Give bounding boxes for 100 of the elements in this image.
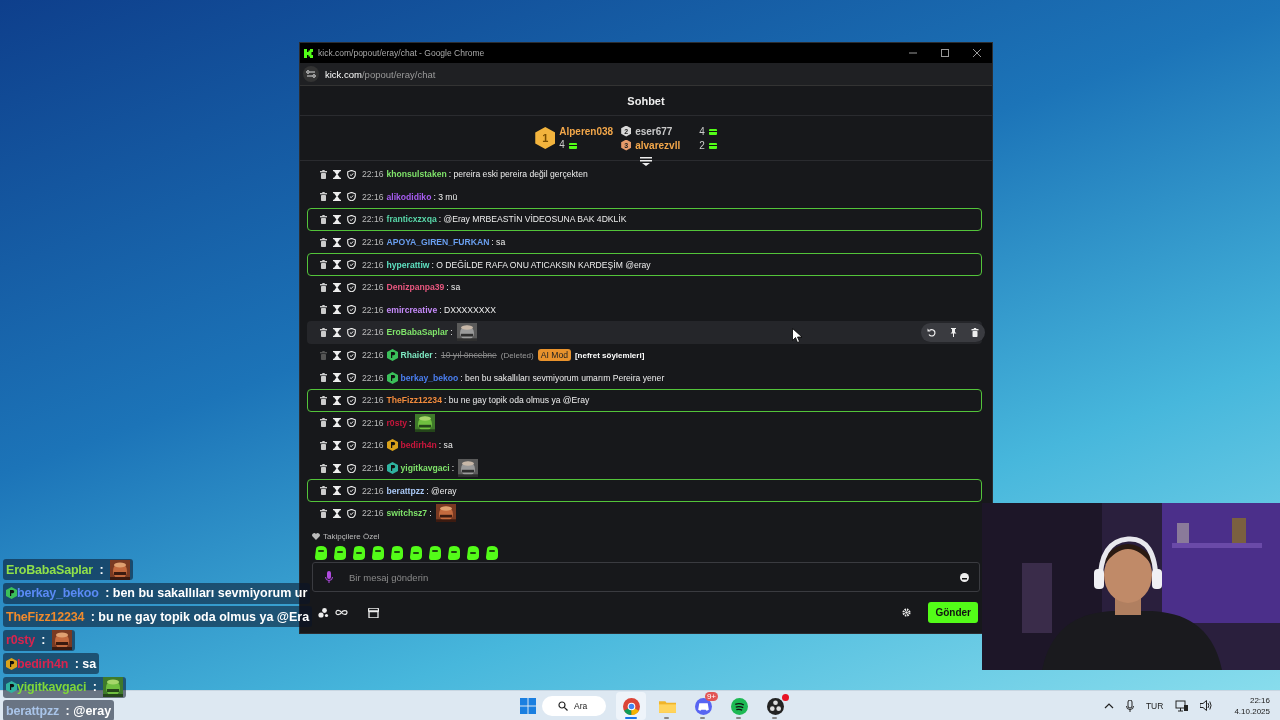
emoji-picker-icon[interactable] <box>960 572 969 582</box>
pin-icon[interactable] <box>949 328 958 338</box>
username[interactable]: eser677 <box>635 125 696 137</box>
microphone-icon[interactable] <box>1125 699 1134 712</box>
close-icon[interactable] <box>972 48 982 58</box>
moderator-tag: AI Mod <box>537 349 571 362</box>
reply-icon[interactable] <box>927 328 936 338</box>
hourglass-icon <box>333 463 341 473</box>
network-icon[interactable] <box>1175 699 1189 712</box>
hourglass-icon <box>333 486 341 496</box>
deleted-message-text: 10 yıl öncebne <box>440 350 497 361</box>
username[interactable]: switchsz7 <box>386 508 428 519</box>
timestamp: 22:16 <box>362 282 384 293</box>
message-text: : <box>40 633 46 647</box>
message-input[interactable]: Bir mesaj gönderin <box>347 570 946 584</box>
emote-icon[interactable] <box>390 546 404 560</box>
message-field[interactable]: Bir mesaj gönderin <box>312 562 980 592</box>
recording-app-icon <box>766 697 784 715</box>
microphone-icon[interactable] <box>325 571 333 583</box>
notification-count: 9+ <box>704 692 718 701</box>
shield-icon <box>347 350 356 360</box>
emote-icon[interactable] <box>371 546 385 560</box>
clock-time[interactable]: 22:16 <box>1249 694 1270 706</box>
timestamp: 22:16 <box>362 214 384 225</box>
username[interactable]: franticxzxqa <box>386 214 437 225</box>
hourglass-icon <box>333 440 341 450</box>
timestamp: 22:16 <box>362 485 384 496</box>
timestamp: 22:16 <box>362 327 384 338</box>
trash-icon[interactable] <box>971 328 979 338</box>
site-settings-icon[interactable] <box>303 66 319 82</box>
rank-badge: 1 <box>535 127 556 149</box>
message-text: : <box>434 350 437 361</box>
username[interactable]: Denizpanpa39 <box>386 282 445 293</box>
gift-icon <box>708 141 717 149</box>
search-field[interactable]: Ara <box>542 696 606 716</box>
message-text: : sa <box>446 282 461 293</box>
message-text: : <box>429 508 432 519</box>
username: TheFizz12234 <box>6 609 85 624</box>
send-button[interactable]: Gönder <box>928 602 978 623</box>
username: yigitkavgaci <box>17 680 87 694</box>
username: berattpzz <box>6 703 60 718</box>
gift-icon <box>708 127 717 135</box>
language-indicator[interactable]: TUR <box>1145 700 1164 711</box>
shield-icon <box>347 327 356 337</box>
taskbar-app[interactable]: 9+ <box>688 692 718 720</box>
address-bar[interactable]: kick.com/popout/eray/chat <box>325 68 436 80</box>
timestamp: 22:16 <box>362 350 384 361</box>
hourglass-icon <box>333 418 341 428</box>
username[interactable]: berattpzz <box>386 485 425 496</box>
emote-icon[interactable] <box>485 546 499 560</box>
emote-icon[interactable] <box>314 546 328 560</box>
kick-logo-icon <box>304 48 313 58</box>
username[interactable]: alikodidiko <box>386 191 432 202</box>
maximize-icon[interactable] <box>940 48 950 58</box>
message-text: : @eray <box>426 485 457 496</box>
message-text: : @eray <box>64 703 112 718</box>
username[interactable]: Alperen038 <box>559 126 614 137</box>
username[interactable]: hyperattiw <box>386 259 430 270</box>
username[interactable]: yigitkavgaci <box>400 463 450 473</box>
message-text: : @Eray MRBEASTİN VİDEOSUNA BAK 4DKLİK <box>438 214 627 225</box>
settings-icon[interactable] <box>902 608 912 617</box>
shield-icon <box>347 486 356 496</box>
hourglass-icon <box>333 305 341 315</box>
timestamp: 22:16 <box>362 191 384 202</box>
store-icon[interactable] <box>368 607 379 618</box>
username[interactable]: berkay_bekoo <box>400 372 459 383</box>
hourglass-icon <box>333 215 341 224</box>
username[interactable]: khonsulstaken <box>386 169 447 180</box>
username[interactable]: alvarezvll <box>635 139 696 151</box>
username[interactable]: EroBabaSaplar <box>386 327 449 338</box>
timestamp: 22:16 <box>362 508 384 519</box>
emote-icon[interactable] <box>333 546 347 560</box>
window-title: kick.com/popout/eray/chat - Google Chrome <box>318 48 485 58</box>
emote-icon[interactable] <box>447 546 461 560</box>
hourglass-icon <box>333 327 341 337</box>
clock-date[interactable]: 4.10.2025 <box>1234 705 1270 717</box>
scroll-down-icon <box>640 157 652 166</box>
username[interactable]: APOYA_GIREN_FURKAN <box>386 237 490 248</box>
timestamp: 22:16 <box>362 395 384 406</box>
emote-icon[interactable] <box>428 546 442 560</box>
shield-icon <box>347 215 356 224</box>
username[interactable]: emircreative <box>386 304 438 315</box>
channel-points-icon[interactable] <box>318 607 330 618</box>
emote-icon[interactable] <box>466 546 480 560</box>
chevron-up-icon[interactable] <box>1103 702 1114 709</box>
username[interactable]: Rhaider <box>400 350 433 361</box>
shield-icon <box>347 373 356 383</box>
username: r0sty <box>6 633 35 647</box>
timestamp: 22:16 <box>362 417 384 428</box>
emote-icon[interactable] <box>409 546 423 560</box>
start-icon[interactable] <box>520 698 536 714</box>
shield-icon <box>347 169 356 179</box>
gift-count: 2 <box>699 139 705 151</box>
volume-icon[interactable] <box>1200 700 1213 711</box>
username[interactable]: TheFizz12234 <box>386 395 442 406</box>
emote-icon[interactable] <box>352 546 366 560</box>
spotify-icon <box>730 697 748 715</box>
shield-icon <box>347 192 356 202</box>
shield-icon <box>347 305 356 315</box>
message-text: : sa <box>438 440 453 451</box>
